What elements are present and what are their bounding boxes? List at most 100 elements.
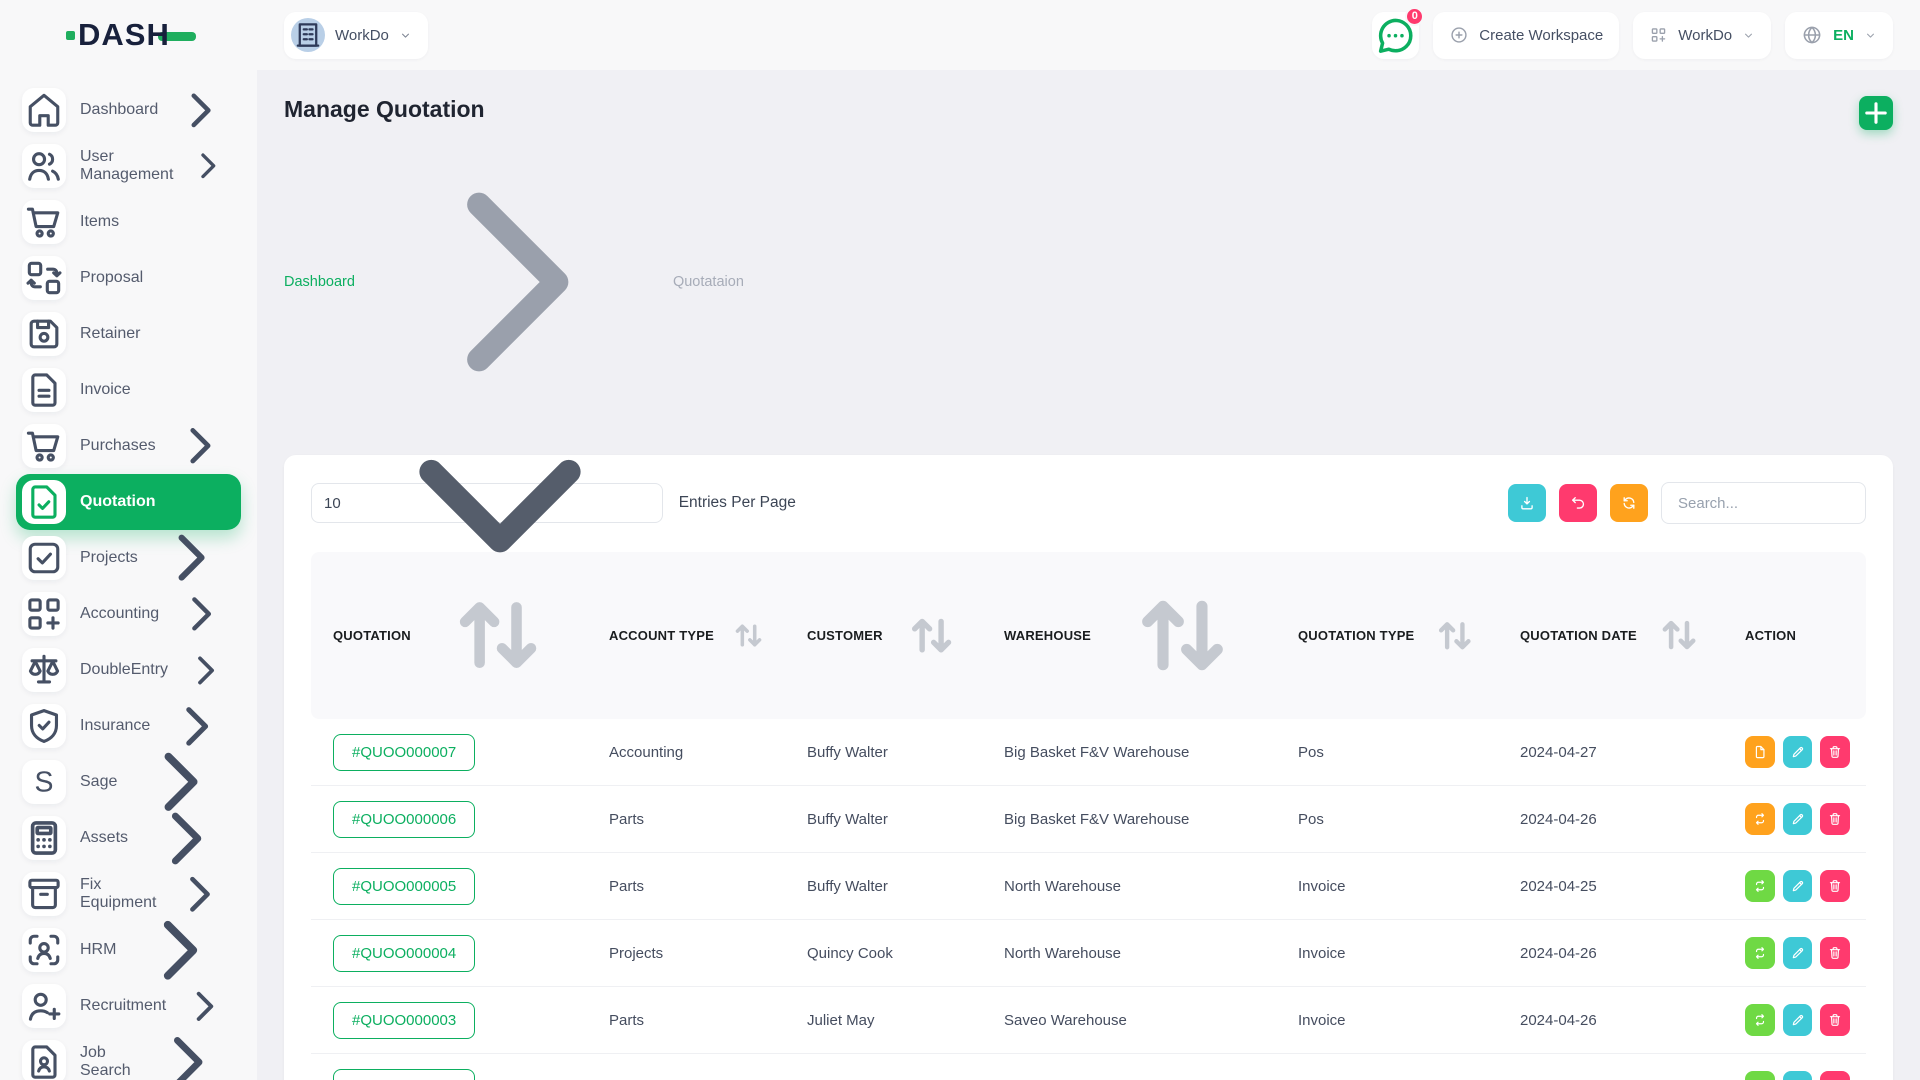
cell-quotation-type: Invoice — [1282, 987, 1504, 1054]
trash-icon — [1827, 744, 1843, 760]
create-quotation-button[interactable] — [1859, 96, 1893, 130]
convert-button[interactable] — [1745, 803, 1775, 835]
scales-icon — [22, 648, 66, 692]
create-workspace-label: Create Workspace — [1479, 27, 1603, 44]
convert-button[interactable] — [1745, 1004, 1775, 1036]
sidebar-item-proposal[interactable]: Proposal — [16, 250, 241, 306]
sidebar-item-hrm[interactable]: HRM — [16, 922, 241, 978]
messages-badge: 0 — [1405, 7, 1424, 26]
cell-account-type: Parts — [593, 786, 791, 853]
person-plus-icon — [22, 984, 66, 1028]
delete-button[interactable] — [1820, 870, 1850, 902]
workdo-menu-button[interactable]: WorkDo — [1633, 12, 1771, 59]
column-label: CUSTOMER — [807, 628, 883, 643]
delete-button[interactable] — [1820, 803, 1850, 835]
cell-account-type: Projects — [593, 920, 791, 987]
chevron-right-icon — [172, 82, 229, 139]
file-text-icon — [22, 368, 66, 412]
entries-per-page-select[interactable]: 10 — [311, 483, 663, 523]
cell-actions — [1729, 853, 1866, 920]
chevron-down-icon — [1742, 29, 1755, 42]
toolbar-actions — [1508, 482, 1866, 524]
sidebar-item-label: Purchases — [80, 437, 156, 455]
sidebar-item-label: Recruitment — [80, 997, 166, 1015]
cell-quotation-type: Pos — [1282, 1054, 1504, 1080]
logo-area: DASH — [0, 17, 257, 53]
sidebar-item-items[interactable]: Items — [16, 194, 241, 250]
sidebar-item-projects[interactable]: Projects — [16, 530, 241, 586]
column-header-warehouse[interactable]: WAREHOUSE — [988, 552, 1282, 719]
pencil-icon — [1790, 1012, 1806, 1028]
sidebar-item-label: Projects — [80, 549, 138, 567]
column-label: WAREHOUSE — [1004, 628, 1091, 643]
create-workspace-button[interactable]: Create Workspace — [1433, 12, 1619, 59]
convert-button[interactable] — [1745, 1071, 1775, 1080]
column-header-quotation-date[interactable]: QUOTATION DATE — [1504, 552, 1729, 719]
repeat-icon — [1752, 811, 1768, 827]
topbar: DASH WorkDo 0 Create Workspace WorkDo — [0, 0, 1920, 70]
edit-button[interactable] — [1783, 870, 1813, 902]
view-button[interactable] — [1745, 736, 1775, 768]
column-label: QUOTATION TYPE — [1298, 628, 1414, 643]
cell-quotation-date: 2024-04-26 — [1504, 786, 1729, 853]
sidebar-item-user-management[interactable]: User Management — [16, 138, 241, 194]
svg-text:S: S — [35, 767, 54, 799]
column-header-quotation-type[interactable]: QUOTATION TYPE — [1282, 552, 1504, 719]
cell-warehouse: North Warehouse — [988, 853, 1282, 920]
sidebar-item-label: Items — [80, 213, 119, 231]
cell-customer: Whitney Barrett — [791, 1054, 988, 1080]
edit-button[interactable] — [1783, 1004, 1813, 1036]
table-row: #QUOO000003PartsJuliet MaySaveo Warehous… — [311, 987, 1866, 1054]
convert-button[interactable] — [1745, 870, 1775, 902]
messages-button[interactable]: 0 — [1372, 12, 1419, 59]
sidebar-item-invoice[interactable]: Invoice — [16, 362, 241, 418]
refresh-button[interactable] — [1610, 484, 1648, 522]
sidebar-item-retainer[interactable]: Retainer — [16, 306, 241, 362]
cell-customer: Buffy Walter — [791, 853, 988, 920]
cell-actions — [1729, 1054, 1866, 1080]
archive-icon — [22, 872, 66, 916]
delete-button[interactable] — [1820, 937, 1850, 969]
quotation-card: 10 Entries Per Page QUOTATIONACCOUNT TYP… — [284, 455, 1893, 1080]
trash-icon — [1827, 811, 1843, 827]
language-selector[interactable]: EN — [1785, 12, 1893, 59]
export-button[interactable] — [1508, 484, 1546, 522]
cell-account-type: Parts — [593, 987, 791, 1054]
edit-button[interactable] — [1783, 937, 1813, 969]
dash-logo[interactable]: DASH — [66, 17, 196, 53]
sort-icon — [1099, 552, 1266, 719]
edit-button[interactable] — [1783, 803, 1813, 835]
workspace-selector[interactable]: WorkDo — [284, 12, 428, 59]
delete-button[interactable] — [1820, 1071, 1850, 1080]
edit-button[interactable] — [1783, 736, 1813, 768]
quotation-number-badge: #QUOO000003 — [333, 1002, 475, 1039]
sidebar-item-accounting[interactable]: Accounting — [16, 586, 241, 642]
cell-quotation-date: 2024-04-25 — [1504, 853, 1729, 920]
sidebar-item-assets[interactable]: Assets — [16, 810, 241, 866]
quotation-number-badge: #QUOO000005 — [333, 868, 475, 905]
edit-button[interactable] — [1783, 1071, 1813, 1080]
cell-quotation: #QUOO000005 — [311, 853, 593, 920]
sidebar-item-dashboard[interactable]: Dashboard — [16, 82, 241, 138]
workspace-name: WorkDo — [335, 27, 389, 44]
undo-button[interactable] — [1559, 484, 1597, 522]
column-header-customer[interactable]: CUSTOMER — [791, 552, 988, 719]
column-label: QUOTATION DATE — [1520, 628, 1637, 643]
table-header-row: QUOTATIONACCOUNT TYPECUSTOMERWAREHOUSEQU… — [311, 552, 1866, 719]
page-title: Manage Quotation — [284, 96, 744, 123]
sidebar-item-doubleentry[interactable]: DoubleEntry — [16, 642, 241, 698]
convert-button[interactable] — [1745, 937, 1775, 969]
quotation-number-badge: #QUOO000006 — [333, 801, 475, 838]
delete-button[interactable] — [1820, 736, 1850, 768]
cell-warehouse: Saveo Warehouse — [988, 987, 1282, 1054]
delete-button[interactable] — [1820, 1004, 1850, 1036]
sidebar-item-label: HRM — [80, 941, 116, 959]
cell-warehouse: Big Basket F&V Warehouse — [988, 719, 1282, 786]
search-input[interactable] — [1661, 482, 1866, 524]
sidebar-item-job-search[interactable]: Job Search — [16, 1034, 241, 1080]
column-header-action: ACTION — [1729, 552, 1866, 719]
refresh-icon — [1620, 494, 1638, 512]
breadcrumb-dashboard-link[interactable]: Dashboard — [284, 274, 355, 290]
sidebar-item-label: User Management — [80, 148, 173, 184]
sidebar-item-purchases[interactable]: Purchases — [16, 418, 241, 474]
